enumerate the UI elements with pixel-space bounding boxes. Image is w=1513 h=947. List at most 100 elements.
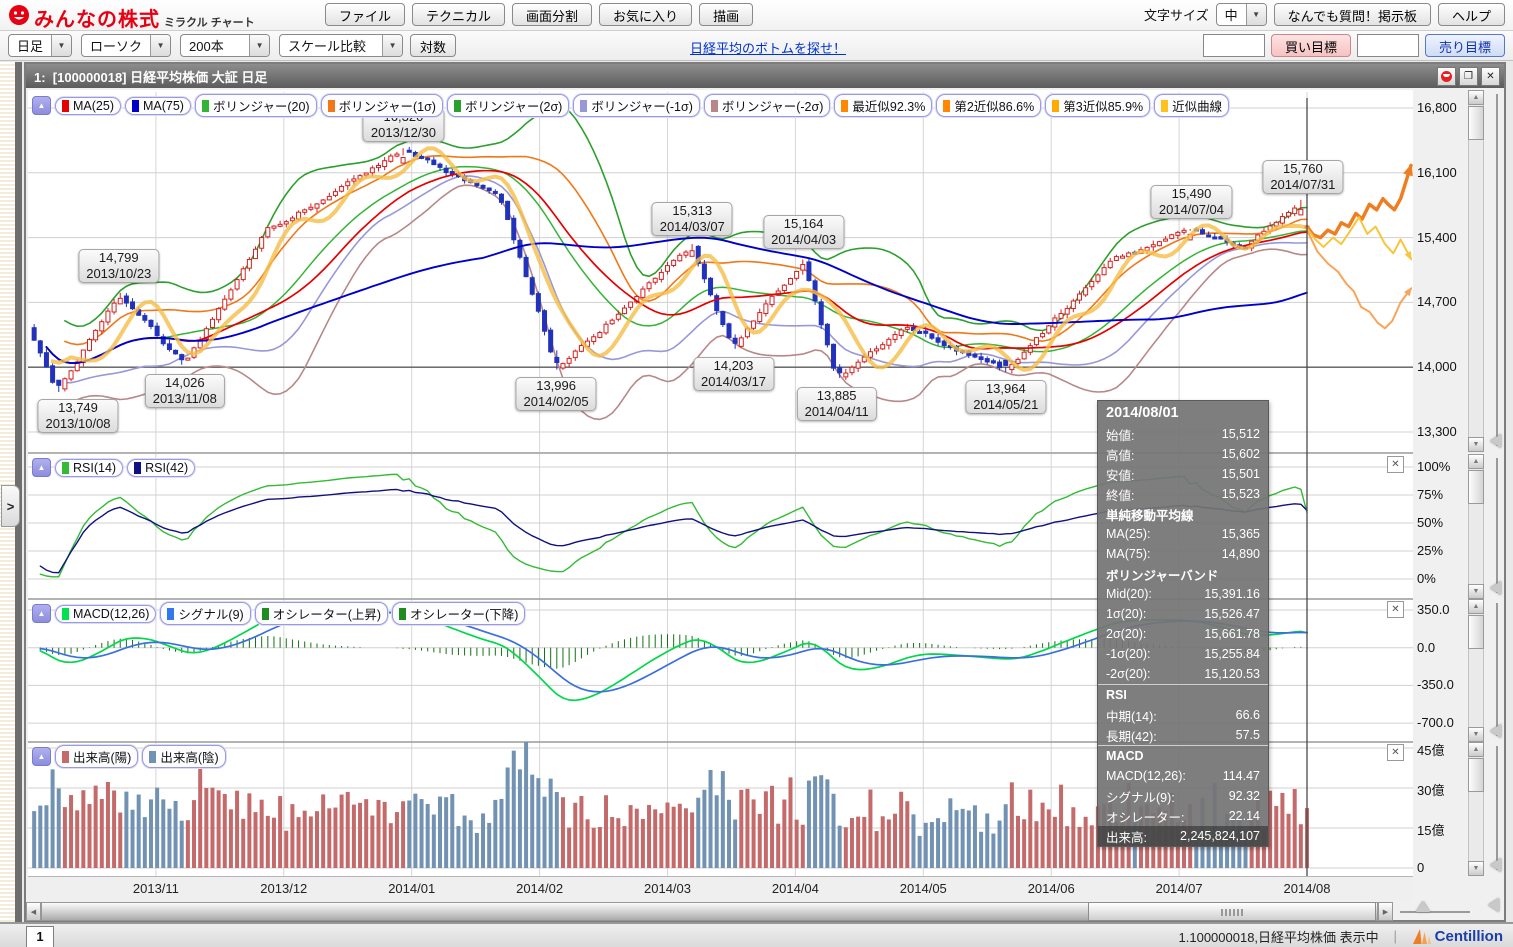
- menu-button-3[interactable]: 画面分割: [512, 3, 592, 26]
- log-scale-button[interactable]: 対数: [410, 34, 456, 57]
- scroll-down-arrow[interactable]: ▼: [1468, 727, 1484, 742]
- tooltip-row-value: 57.5: [1236, 728, 1260, 742]
- chevron-down-icon[interactable]: ▼: [150, 35, 170, 56]
- tooltip-row-label: オシレーター:: [1106, 807, 1184, 826]
- hscroll-left-arrow[interactable]: ◀: [26, 902, 41, 921]
- legend-button[interactable]: オシレーター(上昇): [255, 602, 388, 625]
- close-rsi-pane-button[interactable]: ✕: [1387, 456, 1404, 473]
- legend-label: ボリンジャー(-1σ): [591, 96, 693, 115]
- collapse-pane-button[interactable]: ▲: [32, 604, 51, 623]
- chevron-down-icon[interactable]: ▼: [249, 35, 269, 56]
- scrollbar-track[interactable]: [1468, 90, 1484, 452]
- tooltip-row-label: MA(25):: [1106, 527, 1150, 541]
- help-button[interactable]: ヘルプ: [1438, 3, 1505, 26]
- hscroll-thumb[interactable]: [1088, 902, 1376, 921]
- campaign-link[interactable]: 日経平均のボトムを探せ！: [690, 38, 846, 57]
- centillion-logo: Centillion: [1412, 928, 1503, 945]
- chevron-down-icon[interactable]: ▼: [1246, 4, 1266, 25]
- zoom-slider-handle[interactable]: [1490, 581, 1501, 595]
- legend-button[interactable]: ボリンジャー(1σ): [321, 94, 443, 117]
- tooltip-row: MA(75):14,890: [1098, 544, 1268, 564]
- legend-swatch: [399, 608, 406, 620]
- legend-label: オシレーター(下降): [410, 604, 518, 623]
- collapse-pane-button[interactable]: ▲: [32, 747, 51, 766]
- page-tab-1[interactable]: 1: [26, 926, 54, 947]
- sell-target-input[interactable]: [1357, 34, 1419, 57]
- select-scale-compare[interactable]: スケール比較▼: [279, 34, 403, 57]
- tooltip-row-label: 高値:: [1106, 445, 1134, 464]
- font-size-select[interactable]: 中 ▼: [1216, 3, 1267, 26]
- legend-button[interactable]: MACD(12,26): [55, 605, 156, 623]
- legend-swatch: [943, 100, 950, 112]
- expand-panel-button[interactable]: >: [1, 485, 20, 527]
- legend-button[interactable]: ボリンジャー(2σ): [447, 94, 569, 117]
- legend-button[interactable]: シグナル(9): [160, 602, 250, 625]
- hzoom-slider-handle[interactable]: [1416, 901, 1430, 912]
- hscroll-right-arrow[interactable]: ▶: [1378, 902, 1393, 921]
- scrollbar-thumb[interactable]: [1468, 470, 1484, 504]
- collapse-pane-button[interactable]: ▲: [32, 96, 51, 115]
- legend-button[interactable]: 第2近似86.6%: [936, 94, 1041, 117]
- legend-swatch: [149, 751, 156, 763]
- scroll-down-arrow[interactable]: ▼: [1468, 861, 1484, 876]
- tooltip-row-value: 15,512: [1222, 427, 1260, 441]
- legend-swatch: [454, 100, 461, 112]
- legend-button[interactable]: ボリンジャー(-2σ): [704, 94, 831, 117]
- scroll-up-arrow[interactable]: ▲: [1468, 90, 1484, 105]
- scrollbar-thumb[interactable]: [1468, 615, 1484, 649]
- zoom-slider-handle[interactable]: [1490, 724, 1501, 738]
- legend-button[interactable]: 出来高(陰): [142, 745, 225, 768]
- chevron-down-icon[interactable]: ▼: [382, 35, 402, 56]
- data-tooltip: 2014/08/01 始値:15,512高値:15,602安値:15,501終値…: [1097, 400, 1269, 847]
- legend-button[interactable]: MA(25): [55, 97, 121, 115]
- chevron-down-icon[interactable]: ▼: [51, 35, 71, 56]
- app-mini-icon: [1437, 67, 1456, 86]
- scrollbar-thumb[interactable]: [1468, 758, 1484, 792]
- resize-corner-handle[interactable]: [1488, 898, 1499, 912]
- top-menu-bar: みんなの株式 ミラクル チャート ファイルテクニカル画面分割お気に入り描画 文字…: [0, 0, 1513, 31]
- sell-target-button[interactable]: 売り目標: [1425, 34, 1505, 57]
- select-bar-count[interactable]: 200本▼: [180, 34, 270, 57]
- tooltip-row-label: 1σ(20):: [1106, 607, 1146, 621]
- close-volume-pane-button[interactable]: ✕: [1387, 744, 1404, 761]
- zoom-slider-handle[interactable]: [1490, 858, 1501, 872]
- legend-button[interactable]: 近似曲線: [1154, 94, 1229, 117]
- legend-button[interactable]: MA(75): [125, 97, 191, 115]
- scroll-up-arrow[interactable]: ▲: [1468, 454, 1484, 469]
- zoom-slider-handle[interactable]: [1490, 434, 1501, 448]
- menu-button-1[interactable]: ファイル: [325, 3, 405, 26]
- scroll-down-arrow[interactable]: ▼: [1468, 437, 1484, 452]
- axis-tick-label: 100%: [1417, 459, 1450, 474]
- legend-button[interactable]: 最近似92.3%: [834, 94, 932, 117]
- restore-window-icon[interactable]: ❐: [1459, 67, 1478, 86]
- legend-button[interactable]: 第3近似85.9%: [1045, 94, 1150, 117]
- legend-button[interactable]: 出来高(陽): [55, 745, 138, 768]
- select-period[interactable]: 日足▼: [8, 34, 72, 57]
- legend-button[interactable]: ボリンジャー(-1σ): [573, 94, 700, 117]
- buy-target-button[interactable]: 買い目標: [1271, 34, 1351, 57]
- scroll-down-arrow[interactable]: ▼: [1468, 584, 1484, 599]
- close-window-icon[interactable]: ✕: [1481, 67, 1500, 86]
- x-axis-tick-label: 2014/02: [516, 881, 563, 896]
- zoom-slider-track: [1496, 94, 1498, 446]
- select-candle-type[interactable]: ローソク▼: [81, 34, 171, 57]
- buy-target-input[interactable]: [1203, 34, 1265, 57]
- menu-button-2[interactable]: テクニカル: [412, 3, 505, 26]
- scrollbar-thumb[interactable]: [1468, 106, 1484, 140]
- scroll-up-arrow[interactable]: ▲: [1468, 599, 1484, 614]
- collapse-pane-button[interactable]: ▲: [32, 458, 51, 477]
- scroll-up-arrow[interactable]: ▲: [1468, 742, 1484, 757]
- legend-label: MA(25): [73, 99, 114, 113]
- legend-button[interactable]: オシレーター(下降): [392, 602, 525, 625]
- volume-legend: ▲出来高(陽)出来高(陰): [32, 745, 226, 768]
- macd-legend: ▲MACD(12,26)シグナル(9)オシレーター(上昇) オシレーター(下降): [32, 602, 525, 625]
- legend-button[interactable]: ボリンジャー(20): [195, 94, 317, 117]
- close-macd-pane-button[interactable]: ✕: [1387, 601, 1404, 618]
- menu-button-5[interactable]: 描画: [699, 3, 753, 26]
- menu-button-4[interactable]: お気に入り: [599, 3, 692, 26]
- window-titlebar[interactable]: 1: [100000018] 日経平均株価 大証 日足 ❐ ✕: [26, 64, 1504, 88]
- tooltip-row-label: 2σ(20):: [1106, 627, 1146, 641]
- legend-button[interactable]: RSI(42): [127, 459, 195, 477]
- qa-board-button[interactable]: なんでも質問！掲示板: [1274, 3, 1431, 26]
- legend-button[interactable]: RSI(14): [55, 459, 123, 477]
